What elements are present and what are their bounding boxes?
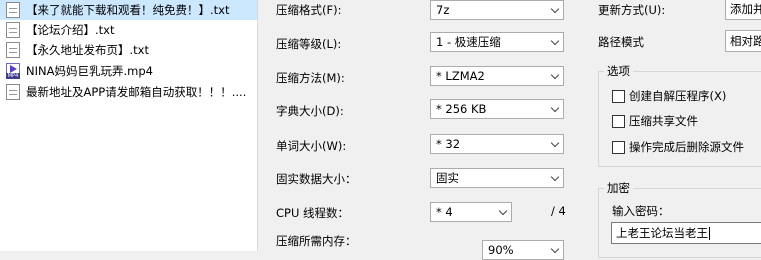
file-name: 【永久地址发布页】.txt — [26, 43, 149, 57]
compression-method-label: 压缩方法(M): — [276, 71, 345, 85]
update-mode-value: 添加并 — [730, 2, 761, 16]
file-name: 【论坛介绍】.txt — [26, 23, 115, 37]
cpu-threads-max: / 4 — [551, 204, 566, 218]
path-mode-select[interactable]: 相对路 — [725, 30, 761, 52]
text-file-icon — [6, 2, 20, 18]
word-size-value: * 32 — [436, 137, 461, 151]
solid-block-select[interactable]: 固实 — [430, 168, 564, 188]
compression-level-value: 1 - 极速压缩 — [436, 35, 501, 49]
checkbox-box[interactable] — [612, 89, 625, 103]
chevron-down-icon[interactable] — [495, 203, 511, 221]
word-size-label: 单词大小(W): — [276, 139, 347, 153]
memory-usage-value: 90% — [488, 243, 514, 257]
file-item[interactable]: MP4 NINA妈妈巨乳玩弄.mp4 — [0, 61, 257, 81]
dictionary-size-value: * 256 KB — [436, 102, 487, 116]
compress-shared-checkbox[interactable]: 压缩共享文件 — [612, 113, 698, 129]
update-mode-label: 更新方式(U): — [598, 3, 666, 17]
solid-block-value: 固实 — [436, 171, 459, 185]
file-name: 【来了就能下载和观看！纯免费！】.txt — [26, 3, 230, 17]
file-item[interactable]: 【论坛介绍】.txt — [0, 20, 257, 40]
file-item[interactable]: 【永久地址发布页】.txt — [0, 40, 257, 60]
path-mode-label: 路径模式 — [598, 35, 644, 49]
cpu-threads-select[interactable]: * 4 — [430, 202, 512, 222]
memory-usage-label: 压缩所需内存： — [276, 234, 357, 248]
compression-level-label: 压缩等级(L): — [276, 37, 342, 51]
chevron-down-icon[interactable] — [547, 1, 563, 19]
delete-after-label: 操作完成后删除源文件 — [629, 140, 744, 154]
compression-method-select[interactable]: * LZMA2 — [430, 66, 564, 86]
text-file-icon — [6, 22, 20, 38]
path-mode-value: 相对路 — [730, 34, 761, 48]
video-file-icon: MP4 — [6, 63, 20, 79]
file-name: 最新地址及APP请发邮箱自动获取！！！.... — [26, 85, 247, 99]
file-item[interactable]: 最新地址及APP请发邮箱自动获取！！！.... — [0, 82, 257, 102]
dictionary-size-select[interactable]: * 256 KB — [430, 99, 564, 119]
file-name: NINA妈妈巨乳玩弄.mp4 — [26, 64, 153, 78]
text-caret — [709, 226, 710, 240]
mp4-badge: MP4 — [6, 73, 20, 79]
archive-format-select[interactable]: 7z — [430, 0, 564, 20]
file-list[interactable]: 【来了就能下载和观看！纯免费！】.txt 【论坛介绍】.txt 【永久地址发布页… — [0, 0, 258, 251]
memory-usage-select[interactable]: 90% — [482, 240, 564, 260]
compression-level-select[interactable]: 1 - 极速压缩 — [430, 32, 564, 52]
chevron-down-icon[interactable] — [547, 33, 563, 51]
chevron-down-icon[interactable] — [547, 241, 563, 259]
chevron-down-icon[interactable] — [547, 67, 563, 85]
archive-format-value: 7z — [436, 3, 450, 17]
chevron-down-icon[interactable] — [547, 169, 563, 187]
password-value: 上老王论坛当老王 — [616, 226, 708, 240]
update-mode-select[interactable]: 添加并 — [725, 0, 761, 20]
options-group-title: 选项 — [604, 63, 633, 79]
dictionary-size-label: 字典大小(D): — [276, 104, 344, 118]
compress-shared-label: 压缩共享文件 — [629, 114, 698, 128]
text-file-icon — [6, 42, 20, 58]
create-sfx-label: 创建自解压程序(X) — [629, 89, 727, 103]
cpu-threads-label: CPU 线程数： — [276, 206, 350, 220]
file-item[interactable]: 【来了就能下载和观看！纯免费！】.txt — [0, 0, 257, 20]
checkbox-box[interactable] — [612, 114, 625, 128]
compression-method-value: * LZMA2 — [436, 69, 485, 83]
password-input[interactable]: 上老王论坛当老王 — [611, 222, 761, 244]
archive-format-label: 压缩格式(F): — [276, 3, 342, 17]
create-sfx-checkbox[interactable]: 创建自解压程序(X) — [612, 88, 726, 104]
chevron-down-icon[interactable] — [547, 135, 563, 153]
chevron-down-icon[interactable] — [547, 100, 563, 118]
password-label: 输入密码： — [612, 204, 670, 218]
encryption-group-title: 加密 — [604, 180, 633, 196]
delete-after-checkbox[interactable]: 操作完成后删除源文件 — [612, 139, 744, 155]
word-size-select[interactable]: * 32 — [430, 134, 564, 154]
solid-block-label: 固实数据大小： — [276, 172, 357, 186]
text-file-icon — [6, 84, 20, 100]
checkbox-box[interactable] — [612, 140, 625, 154]
cpu-threads-value: * 4 — [436, 205, 453, 219]
